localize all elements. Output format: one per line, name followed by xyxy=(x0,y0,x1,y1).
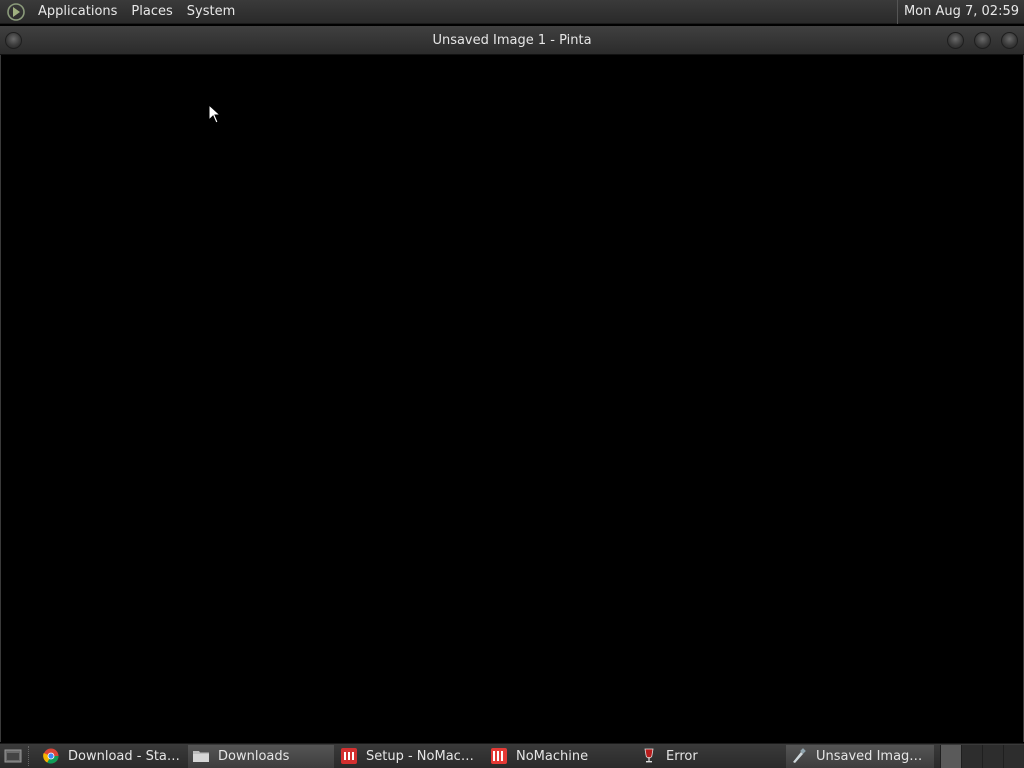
folder-icon xyxy=(193,748,209,764)
workspace-3[interactable] xyxy=(982,744,1003,768)
places-menu[interactable]: Places xyxy=(124,0,179,24)
taskbar-item-error[interactable]: Error xyxy=(636,745,784,768)
taskbar-item-downloads[interactable]: Downloads xyxy=(188,744,334,768)
taskbar-item-pinta[interactable]: Unsaved Image 1 … xyxy=(786,744,934,768)
mouse-cursor-icon xyxy=(208,103,222,124)
taskbar-item-nomachine[interactable]: NoMachine xyxy=(486,745,634,768)
clock[interactable]: Mon Aug 7, 02:59 xyxy=(896,0,1024,24)
close-button[interactable] xyxy=(1001,32,1018,49)
workspace-4[interactable] xyxy=(1003,744,1024,768)
taskbar-item-label: Setup - NoMachine xyxy=(366,748,480,764)
workspace-1[interactable] xyxy=(940,744,961,768)
taskbar-item-label: Error xyxy=(666,748,698,764)
taskbar-item-chrome[interactable]: Download - Stab… xyxy=(38,745,186,768)
chrome-icon xyxy=(43,748,59,764)
nomachine-icon xyxy=(491,748,507,764)
minimize-button[interactable] xyxy=(947,32,964,49)
wine-icon xyxy=(641,748,657,764)
applications-menu[interactable]: Applications xyxy=(31,0,124,24)
taskbar-item-label: Downloads xyxy=(218,748,290,764)
show-desktop-icon xyxy=(4,749,22,763)
window-titlebar[interactable]: Unsaved Image 1 - Pinta xyxy=(0,26,1024,55)
show-desktop-button[interactable] xyxy=(2,745,24,767)
top-panel: Applications Places System Mon Aug 7, 02… xyxy=(0,0,1024,24)
taskbar: Download - Stab… Downloads Setup - NoMac… xyxy=(0,743,1024,768)
taskbar-item-label: Unsaved Image 1 … xyxy=(816,748,930,764)
taskbar-item-label: NoMachine xyxy=(516,748,589,764)
pinta-icon xyxy=(791,748,807,764)
window-content[interactable] xyxy=(0,55,1024,742)
taskbar-grip[interactable] xyxy=(28,746,34,766)
system-menu[interactable]: System xyxy=(180,0,242,24)
main-menu-icon[interactable] xyxy=(5,1,27,23)
window-title: Unsaved Image 1 - Pinta xyxy=(432,33,592,48)
taskbar-item-setup-nomachine[interactable]: Setup - NoMachine xyxy=(336,745,484,768)
nomachine-setup-icon xyxy=(341,748,357,764)
workspace-2[interactable] xyxy=(961,744,982,768)
workspace-switcher xyxy=(940,744,1024,768)
maximize-button[interactable] xyxy=(974,32,991,49)
taskbar-item-label: Download - Stab… xyxy=(68,748,182,764)
